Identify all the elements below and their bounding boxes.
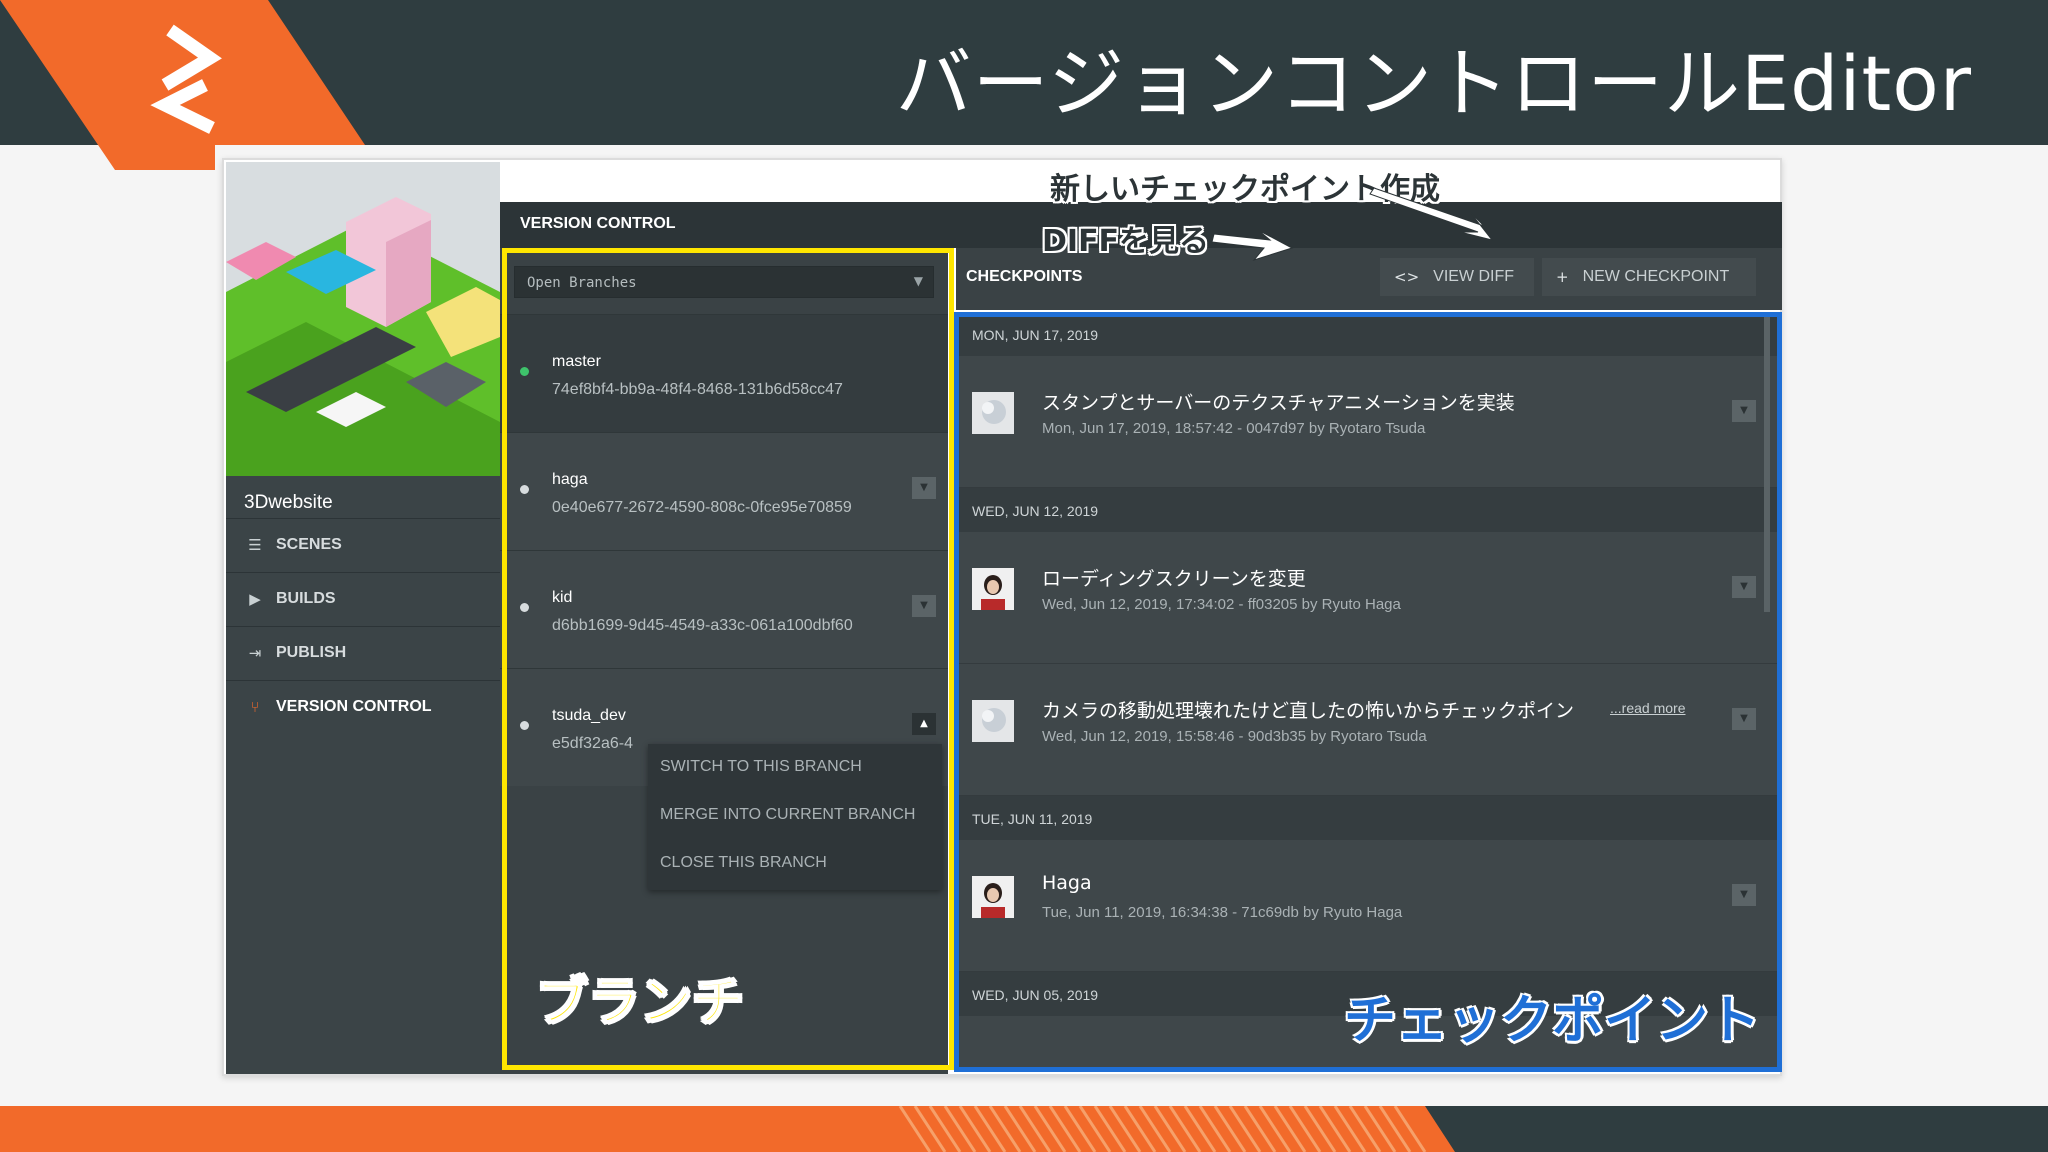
menu-item-close-branch[interactable]: CLOSE THIS BRANCH <box>660 854 827 872</box>
checkpoint-message: ローディングスクリーンを変更 <box>1042 568 1306 590</box>
left-sidebar: 3Dwebsite ☰ SCENES ▶ BUILDS ⇥ PUBLISH ⑂ … <box>226 162 500 1074</box>
nav-label: SCENES <box>276 535 342 553</box>
checkpoint-row[interactable]: スタンプとサーバーのテクスチャアニメーションを実装 Mon, Jun 17, 2… <box>958 356 1778 488</box>
branch-panel: Open Branches ▼ master 74ef8bf4-bb9a-48f… <box>500 248 948 1074</box>
branch-indicator <box>520 485 529 494</box>
date-label: WED, JUN 12, 2019 <box>972 503 1099 519</box>
version-control-title: VERSION CONTROL <box>520 215 676 232</box>
date-label: WED, JUN 05, 2019 <box>972 987 1099 1003</box>
checkpoint-menu-button[interactable]: ▼ <box>1732 576 1756 598</box>
branch-row-master[interactable]: master 74ef8bf4-bb9a-48f4-8468-131b6d58c… <box>500 314 948 432</box>
branch-hash: 0e40e677-2672-4590-808c-0fce95e70859 <box>552 499 852 516</box>
checkpoint-message: カメラの移動処理壊れたけど直したの怖いからチェックポイン <box>1042 700 1575 722</box>
branch-menu-button-open[interactable]: ▲ <box>912 713 936 735</box>
date-header: TUE, JUN 11, 2019 <box>958 796 1778 840</box>
nav-item-scenes[interactable]: ☰ SCENES <box>226 518 500 570</box>
current-branch-indicator <box>520 367 529 376</box>
date-header: MON, JUN 17, 2019 <box>958 312 1778 356</box>
checkpoint-menu-button[interactable]: ▼ <box>1732 884 1756 906</box>
nav-label: VERSION CONTROL <box>276 697 432 715</box>
menu-item-merge-branch[interactable]: MERGE INTO CURRENT BRANCH <box>660 806 915 824</box>
branch-row-haga[interactable]: haga 0e40e677-2672-4590-808c-0fce95e7085… <box>500 432 948 550</box>
branch-name: haga <box>552 471 588 488</box>
read-more-link[interactable]: ...read more <box>1610 700 1685 716</box>
checkpoint-message: スタンプとサーバーのテクスチャアニメーションを実装 <box>1042 392 1515 414</box>
avatar <box>972 568 1014 610</box>
checkpoint-row[interactable]: カメラの移動処理壊れたけど直したの怖いからチェックポイン ...read mor… <box>958 664 1778 796</box>
branch-filter-label: Open Branches <box>527 275 637 291</box>
branch-hash: e5df32a6-4 <box>552 735 633 752</box>
plus-icon: + <box>1556 268 1569 286</box>
new-checkpoint-button[interactable]: + NEW CHECKPOINT <box>1542 258 1756 296</box>
checkpoint-meta: Wed, Jun 12, 2019, 17:34:02 - ff03205 by… <box>1042 596 1401 613</box>
date-header: WED, JUN 12, 2019 <box>958 488 1778 532</box>
scrollbar-thumb[interactable] <box>1764 312 1770 612</box>
app-screenshot: 3Dwebsite ☰ SCENES ▶ BUILDS ⇥ PUBLISH ⑂ … <box>222 158 1782 1076</box>
list-icon: ☰ <box>248 535 262 554</box>
nav-label: BUILDS <box>276 589 336 607</box>
slide-title: バージョンコントロールEditor <box>895 39 1972 128</box>
branch-name: master <box>552 353 601 370</box>
checkpoint-row[interactable]: Haga Tue, Jun 11, 2019, 16:34:38 - 71c69… <box>958 840 1778 972</box>
brand-logo <box>0 0 365 170</box>
slide-footer-bar <box>0 1106 2048 1152</box>
checkpoint-meta: Wed, Jun 12, 2019, 15:58:46 - 90d3b35 by… <box>1042 728 1427 745</box>
nav-item-builds[interactable]: ▶ BUILDS <box>226 572 500 624</box>
view-diff-button[interactable]: <> VIEW DIFF <box>1380 258 1534 296</box>
chevron-down-icon: ▼ <box>913 274 923 288</box>
nav-item-version-control[interactable]: ⑂ VERSION CONTROL <box>226 680 500 732</box>
code-icon: <> <box>1394 268 1420 286</box>
branch-row-kid[interactable]: kid d6bb1699-9d45-4549-a33c-061a100dbf60… <box>500 550 948 668</box>
branch-context-menu: SWITCH TO THIS BRANCH MERGE INTO CURRENT… <box>648 744 942 890</box>
publish-icon: ⇥ <box>248 643 262 662</box>
checkpoint-menu-button[interactable]: ▼ <box>1732 708 1756 730</box>
branch-menu-button[interactable]: ▼ <box>912 477 936 499</box>
branch-filter-select[interactable]: Open Branches ▼ <box>514 266 934 298</box>
checkpoint-row[interactable]: ローディングスクリーンを変更 Wed, Jun 12, 2019, 17:34:… <box>958 532 1778 664</box>
new-checkpoint-label: NEW CHECKPOINT <box>1582 268 1730 285</box>
avatar <box>972 700 1014 742</box>
nav-label: PUBLISH <box>276 643 347 661</box>
branch-menu-button[interactable]: ▼ <box>912 595 936 617</box>
checkpoint-menu-button[interactable]: ▼ <box>1732 400 1756 422</box>
branch-hash: d6bb1699-9d45-4549-a33c-061a100dbf60 <box>552 617 853 634</box>
branch-indicator <box>520 603 529 612</box>
branch-name: kid <box>552 589 573 606</box>
checkpoint-meta: Tue, Jun 11, 2019, 16:34:38 - 71c69db by… <box>1042 904 1403 921</box>
menu-item-switch-branch[interactable]: SWITCH TO THIS BRANCH <box>660 758 862 776</box>
date-label: MON, JUN 17, 2019 <box>972 327 1099 343</box>
nav-item-publish[interactable]: ⇥ PUBLISH <box>226 626 500 678</box>
branch-hash: 74ef8bf4-bb9a-48f4-8468-131b6d58cc47 <box>552 381 843 398</box>
avatar <box>972 392 1014 434</box>
branch-indicator <box>520 721 529 730</box>
date-label: TUE, JUN 11, 2019 <box>972 811 1093 827</box>
new-checkpoint-callout: 新しいチェックポイント作成 <box>1050 172 1440 207</box>
play-icon: ▶ <box>249 589 261 608</box>
project-thumbnail[interactable] <box>226 162 500 476</box>
avatar <box>972 876 1014 918</box>
branch-icon: ⑂ <box>250 697 260 716</box>
checkpoint-meta: Mon, Jun 17, 2019, 18:57:42 - 0047d97 by… <box>1042 420 1426 437</box>
view-diff-label: VIEW DIFF <box>1433 268 1515 285</box>
project-name: 3Dwebsite <box>244 492 333 513</box>
checkpoints-list: MON, JUN 17, 2019 スタンプとサーバーのテクスチャアニメーション… <box>958 312 1778 1072</box>
checkpoint-annotation-label: チェックポイント <box>1344 991 1761 1051</box>
checkpoints-title: CHECKPOINTS <box>966 268 1083 285</box>
checkpoint-message: Haga <box>1042 872 1092 894</box>
branch-annotation-label: ブランチ <box>535 972 745 1034</box>
branch-name: tsuda_dev <box>552 707 626 724</box>
view-diff-callout: DIFFを見る <box>1042 224 1210 259</box>
